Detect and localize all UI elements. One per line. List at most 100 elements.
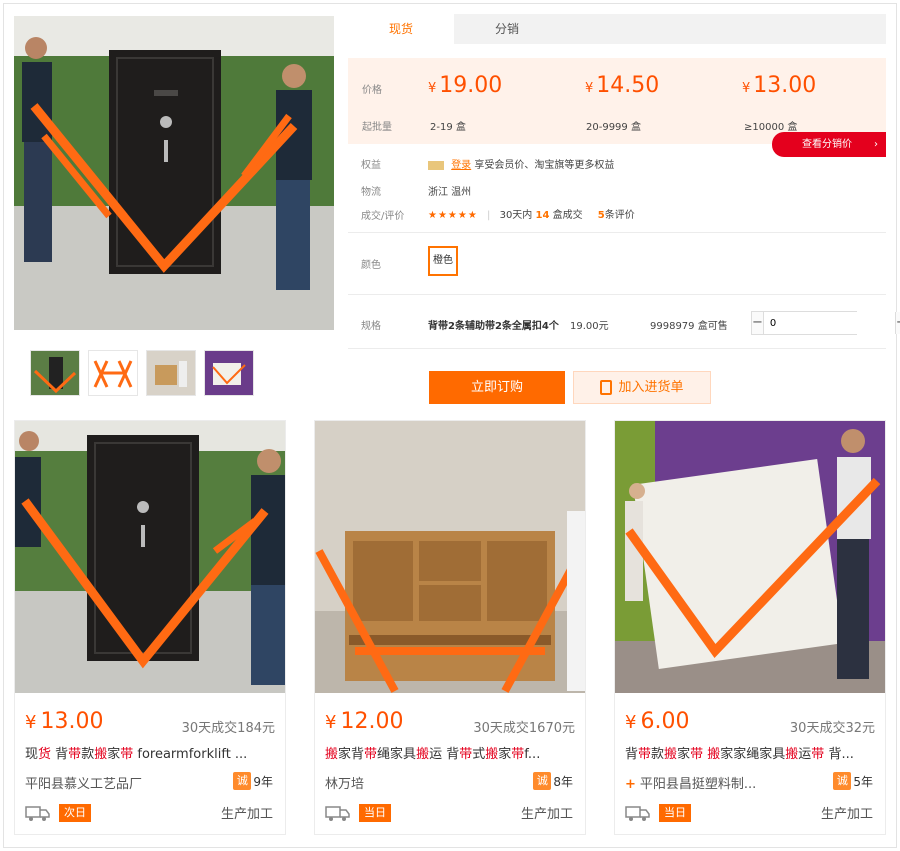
product-image-1[interactable]: [15, 421, 285, 693]
price-tier-1: ¥19.00: [428, 73, 503, 98]
service-type: 生产加工: [520, 807, 573, 822]
price-label: 价格: [362, 85, 382, 96]
title-text: 家: [677, 747, 691, 762]
title-text: 款: [651, 747, 665, 762]
deals-label: 成交/评价: [361, 211, 405, 222]
qty-tier-1: 2-19 盒: [430, 122, 466, 133]
decrement-button[interactable]: −: [752, 312, 763, 334]
truck-icon: [625, 806, 650, 821]
product-sales: 30天成交184元: [181, 721, 275, 736]
thumbnail-strip: [30, 350, 254, 396]
seller-years: 诚 8年: [533, 772, 573, 790]
delivery-badge: 次日: [59, 804, 91, 822]
plus-icon: +: [625, 777, 636, 792]
keyword-highlight: 带: [364, 747, 378, 762]
divider: [348, 294, 886, 295]
product-price: ¥12.00: [325, 709, 404, 734]
keyword-highlight: 带: [459, 747, 473, 762]
keyword-highlight: 搬: [485, 747, 499, 762]
product-price: ¥6.00: [625, 709, 690, 734]
integrity-badge-icon: 诚: [233, 772, 252, 790]
keyword-highlight: 搬: [664, 747, 678, 762]
delivery-badge: 当日: [359, 804, 391, 822]
title-text: forearmforklift ...: [133, 747, 248, 762]
clipboard-icon: [600, 380, 613, 395]
product-price: ¥13.00: [25, 709, 104, 734]
title-text: 绳家具: [377, 747, 417, 762]
truck-icon: [325, 806, 350, 821]
main-product-image[interactable]: [14, 16, 334, 330]
product-card-3[interactable]: ¥6.00 30天成交32元 背带款搬家带 搬家家绳家具搬运带 背... + 平阳…: [614, 420, 886, 835]
product-image-3[interactable]: [615, 421, 885, 693]
integrity-badge-icon: 诚: [533, 772, 552, 790]
title-text: 家家绳家具: [720, 747, 786, 762]
title-text: f...: [524, 747, 541, 762]
tab-spot[interactable]: 现货: [348, 14, 454, 44]
product-sales: 30天成交1670元: [473, 721, 575, 736]
reviews-link[interactable]: 5: [598, 210, 605, 221]
quantity-stepper: − +: [751, 311, 900, 335]
shop-name[interactable]: 林万培: [325, 773, 364, 792]
product-card-1[interactable]: ¥13.00 30天成交184元 现货 背带款搬家带 forearmforkli…: [14, 420, 286, 835]
product-title[interactable]: 背带款搬家带 搬家家绳家具搬运带 背...: [625, 743, 875, 762]
keyword-highlight: 带: [120, 747, 134, 762]
thumbnail-3[interactable]: [146, 350, 196, 396]
keyword-highlight: 搬: [416, 747, 430, 762]
title-text: 家: [107, 747, 121, 762]
keyword-highlight: 带: [690, 747, 704, 762]
tab-bar: 现货 分销: [348, 14, 886, 44]
logistics-label: 物流: [361, 187, 381, 198]
member-card-icon: [428, 160, 444, 170]
title-text: 运 背: [429, 747, 460, 762]
product-image-2[interactable]: [315, 421, 585, 693]
rights-row: 登录 享受会员价、淘宝旗等更多权益: [428, 156, 614, 171]
thumbnail-2[interactable]: [88, 350, 138, 396]
color-label: 颜色: [361, 260, 381, 271]
add-to-purchase-list-button[interactable]: 加入进货单: [573, 371, 711, 404]
title-text: 式: [472, 747, 486, 762]
color-option-orange[interactable]: 橙色: [428, 246, 458, 276]
star-rating-icon: ★★★★★: [428, 210, 478, 221]
title-text: 款: [81, 747, 95, 762]
keyword-highlight: 货: [38, 747, 52, 762]
thumbnail-4[interactable]: [204, 350, 254, 396]
quantity-input[interactable]: [762, 312, 896, 334]
spec-stock: 9998979 盒可售: [650, 321, 728, 332]
view-distributor-price-button[interactable]: 查看分销价 ›: [772, 132, 886, 157]
title-text: 背: [51, 747, 69, 762]
deals-row: ★★★★★ | 30天内 14 盒成交 5条评价: [428, 210, 635, 221]
shop-name[interactable]: 平阳县慕义工艺品厂: [25, 773, 142, 792]
chevron-right-icon: ›: [874, 139, 878, 150]
price-tier-3: ¥13.00: [742, 73, 817, 98]
increment-button[interactable]: +: [895, 312, 900, 334]
keyword-highlight: 搬: [94, 747, 108, 762]
product-sales: 30天成交32元: [789, 721, 875, 736]
integrity-badge-icon: 诚: [833, 772, 852, 790]
shop-name[interactable]: + 平阳县昌挺塑料制...: [625, 773, 756, 792]
seller-years: 诚 9年: [233, 772, 273, 790]
truck-icon: [25, 806, 50, 821]
product-card-2[interactable]: ¥12.00 30天成交1670元 搬家背带绳家具搬运 背带式搬家带f... 林…: [314, 420, 586, 835]
rights-label: 权益: [361, 160, 381, 171]
product-title[interactable]: 搬家背带绳家具搬运 背带式搬家带f...: [325, 743, 575, 762]
divider: [348, 348, 886, 349]
keyword-highlight: 带: [638, 747, 652, 762]
spec-label: 规格: [361, 321, 381, 332]
login-link[interactable]: 登录: [451, 160, 471, 171]
order-now-button[interactable]: 立即订购: [429, 371, 565, 404]
moq-label: 起批量: [362, 122, 392, 133]
service-type: 生产加工: [820, 807, 873, 822]
title-text: 背: [625, 747, 639, 762]
title-text: 现: [25, 747, 39, 762]
qty-tier-2: 20-9999 盒: [586, 122, 641, 133]
product-title[interactable]: 现货 背带款搬家带 forearmforklift ...: [25, 743, 275, 762]
spec-price: 19.00元: [570, 321, 609, 332]
keyword-highlight: 搬: [707, 747, 721, 762]
divider: [348, 232, 886, 233]
keyword-highlight: 带: [68, 747, 82, 762]
spec-name: 背带2条辅助带2条全属扣4个: [428, 321, 559, 332]
tab-distribution[interactable]: 分销: [454, 14, 560, 44]
keyword-highlight: 带: [811, 747, 825, 762]
thumbnail-1[interactable]: [30, 350, 80, 396]
seller-years: 诚 5年: [833, 772, 873, 790]
